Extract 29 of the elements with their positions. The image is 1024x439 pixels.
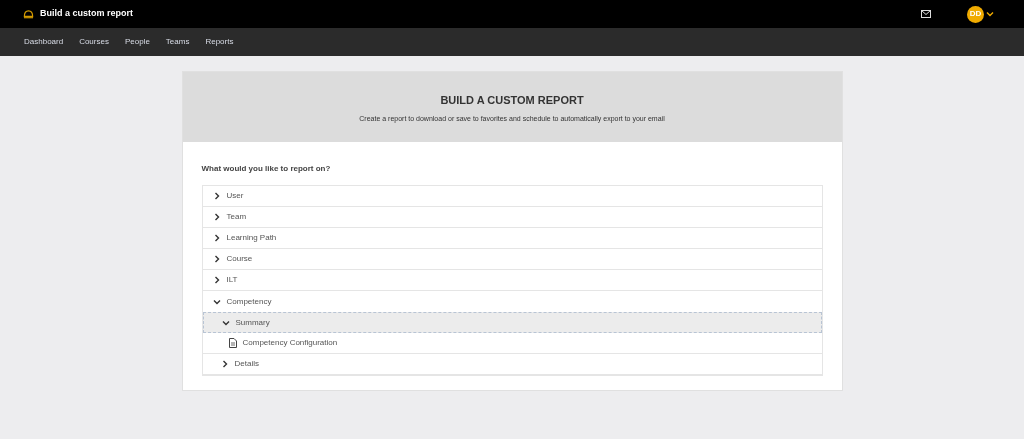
chevron-right-icon [220, 360, 229, 368]
caret-icon[interactable] [986, 11, 994, 17]
chevron-right-icon [212, 276, 221, 284]
tree-item[interactable]: Competency [202, 291, 822, 312]
tree-item[interactable]: Competency Configuration [202, 333, 822, 354]
document-icon [228, 338, 237, 348]
mail-icon[interactable] [921, 10, 931, 18]
tree-item[interactable]: Learning Path [202, 228, 822, 249]
nav-tab[interactable]: Dashboard [24, 36, 64, 48]
nav-tab[interactable]: People [124, 36, 150, 48]
chevron-down-icon [212, 297, 221, 306]
chevron-right-icon [212, 192, 221, 200]
tree-item[interactable]: Summary [202, 312, 822, 333]
tree-item[interactable]: ILT [202, 270, 822, 291]
app-title: Build a custom report [40, 7, 133, 21]
question-heading: What would you like to report on? [201, 163, 332, 175]
nav-tab[interactable]: Teams [165, 36, 190, 48]
chevron-right-icon [212, 234, 221, 242]
tree-item[interactable]: Team [202, 207, 822, 228]
nav-tab[interactable]: Courses [79, 36, 109, 48]
chevron-right-icon [212, 255, 221, 263]
chevron-down-icon [221, 318, 230, 327]
chevron-right-icon [212, 213, 221, 221]
tree-item[interactable]: Details [202, 354, 822, 375]
nav-tab[interactable]: Reports [205, 36, 234, 48]
tree-item[interactable]: User [202, 186, 822, 207]
tree-item[interactable]: Course [202, 249, 822, 270]
helmet-icon [23, 8, 34, 20]
page-title: BUILD A CUSTOM REPORT [440, 92, 584, 108]
